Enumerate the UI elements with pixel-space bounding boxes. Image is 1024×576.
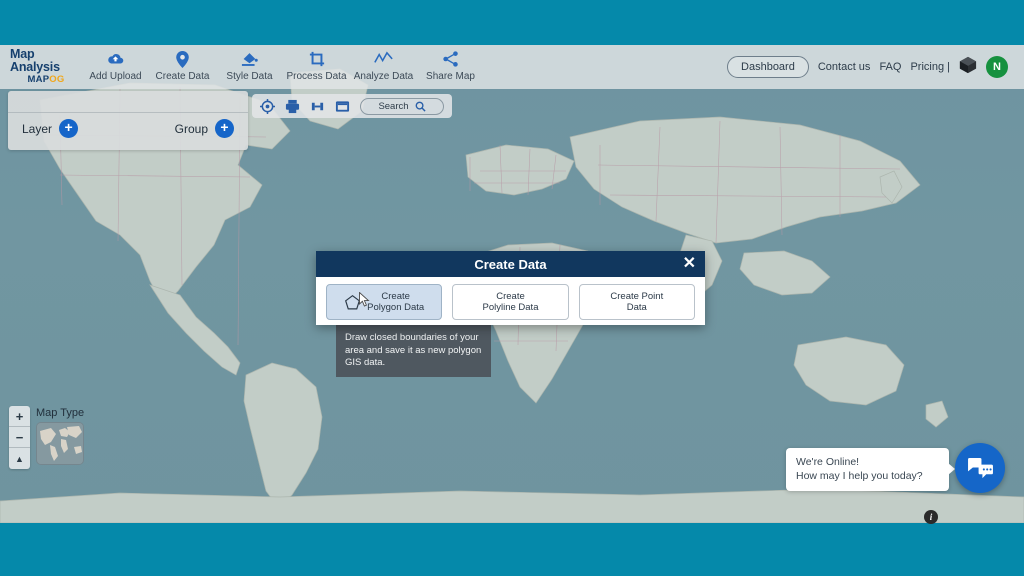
brand-sub-main: MAP [27,74,50,85]
nav-right-group: Dashboard Contact us FAQ Pricing | N [727,56,1024,79]
option-label-line1: Create [381,291,410,302]
nav-item-label: Add Upload [89,71,142,82]
paint-bucket-icon [216,51,283,68]
modal-header: Create Data ✕ [316,251,705,277]
modal-title: Create Data [474,256,547,272]
search-icon [415,101,426,112]
add-layer-group[interactable]: Layer + [22,119,79,138]
layer-panel-strip [8,91,248,113]
trend-chart-icon [350,51,417,68]
avatar[interactable]: N [986,56,1008,78]
nav-item-label: Share Map [426,71,475,82]
contact-us-link[interactable]: Contact us [818,61,871,73]
nav-item-share-map[interactable]: Share Map [417,51,484,83]
option-label-line2: Data [626,302,647,313]
search-input[interactable]: Search [360,97,444,115]
option-label: Create Point Data [610,291,663,313]
layer-panel-row: Layer + Group + [8,113,248,138]
print-icon[interactable] [285,99,300,114]
map-type-thumbnail[interactable] [36,422,84,465]
nav-item-label: Analyze Data [353,71,414,82]
create-point-data-button[interactable]: Create Point Data [578,284,695,320]
create-polyline-data-button[interactable]: Create Polyline Data [452,284,569,320]
chat-line-2: How may I help you today? [796,470,923,482]
compass-reset-button[interactable]: ▲ [9,448,30,469]
map-type-control: Map Type [36,407,84,465]
top-navigation-bar: Map Analysis MAPOG Add Upload Create Dat… [0,45,1024,89]
add-layer-button[interactable]: + [59,119,79,138]
cloud-upload-icon [82,51,149,68]
info-button[interactable]: i [924,510,938,524]
option-label-line1: Create Point [610,291,664,302]
map-type-label: Map Type [36,407,85,419]
zoom-in-button[interactable]: + [9,406,30,427]
nav-item-process-data[interactable]: Process Data [283,51,350,83]
option-label-line1: Create [496,291,525,302]
nav-item-style-data[interactable]: Style Data [216,51,283,83]
dashboard-button[interactable]: Dashboard [727,56,809,78]
locate-target-icon[interactable] [260,98,275,114]
add-group-group[interactable]: Group + [175,119,234,138]
brand-sub-accent: OG [49,74,65,85]
app-window: Map Analysis MAPOG Add Upload Create Dat… [0,0,1024,576]
brand-title: Map Analysis [10,47,60,74]
measure-icon[interactable] [310,99,325,114]
search-text: Search [378,100,409,112]
nav-item-label: Style Data [226,71,273,82]
share-nodes-icon [417,51,484,68]
polygon-tooltip: Draw closed boundaries of your area and … [336,325,491,377]
option-label-line2: Polyline Data [482,302,539,313]
pentagon-icon [345,294,361,309]
modal-body: Create Polygon Data Create Polyline Data C… [316,277,705,327]
option-label-line2: Polygon Data [367,302,425,313]
brand-subtitle: MAPOG [10,74,82,86]
group-label: Group [174,121,208,136]
nav-item-create-data[interactable]: Create Data [149,51,216,83]
zoom-out-button[interactable]: − [9,427,30,448]
3d-cube-icon[interactable] [959,56,977,79]
chat-line-1: We're Online! [796,456,860,468]
brand-logo[interactable]: Map Analysis MAPOG [0,48,82,86]
option-label: Create Polygon Data [367,291,424,313]
map-pin-icon [149,51,216,68]
chat-bubbles-icon [967,457,993,478]
add-group-button[interactable]: + [215,119,234,138]
nav-item-label: Process Data [286,71,347,82]
crop-transform-icon [283,51,350,68]
create-polygon-data-button[interactable]: Create Polygon Data [326,284,443,320]
faq-link[interactable]: FAQ [879,61,901,73]
create-data-modal: Create Data ✕ Create Polygon Data Create P… [316,251,705,325]
nav-items: Add Upload Create Data Style Data Proces… [82,51,484,83]
chat-launcher-button[interactable] [955,443,1005,493]
layer-label: Layer [22,121,53,136]
close-icon[interactable]: ✕ [683,254,696,273]
map-toolbar: Search [252,94,452,118]
legend-panel-icon[interactable] [335,99,350,114]
layer-panel: Layer + Group + [8,91,248,150]
option-label: Create Polyline Data [483,291,539,313]
chat-greeting-bubble[interactable]: We're Online! How may I help you today? [786,448,955,491]
nav-item-analyze-data[interactable]: Analyze Data [350,51,417,83]
nav-item-label: Create Data [155,71,210,82]
zoom-controls: + − ▲ [9,406,30,469]
pricing-link[interactable]: Pricing | [910,61,950,73]
nav-item-add-upload[interactable]: Add Upload [82,51,149,83]
